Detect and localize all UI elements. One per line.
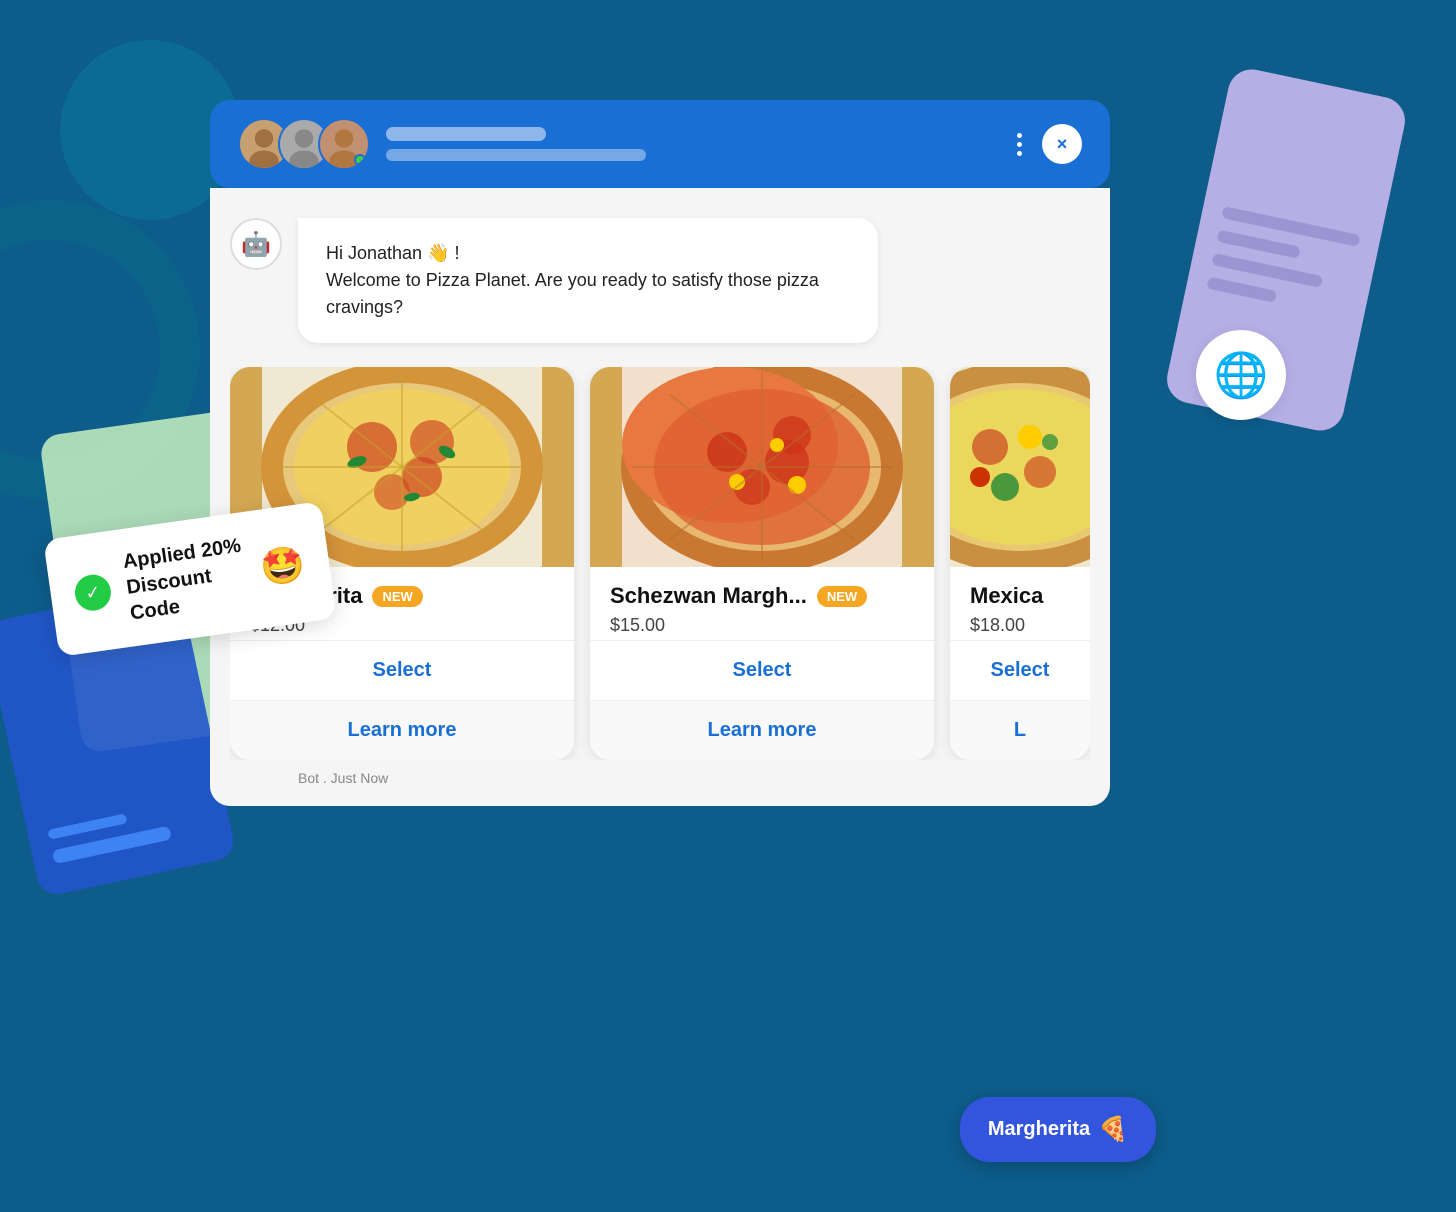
dot-2	[1017, 142, 1022, 147]
header-subtitle-bar	[386, 149, 646, 161]
pizza-emoji: 🍕	[1098, 1115, 1128, 1144]
discount-text: Applied 20%Discount Code	[121, 533, 250, 627]
select-button-2[interactable]: Select	[590, 640, 934, 700]
bot-greeting: Hi Jonathan 👋 !	[326, 243, 459, 263]
header-icons: ×	[1017, 124, 1082, 164]
close-icon: ×	[1057, 134, 1068, 155]
dot-1	[1017, 133, 1022, 138]
select-button-1[interactable]: Select	[230, 640, 574, 700]
learn-more-button-1[interactable]: Learn more	[230, 700, 574, 760]
discount-emoji: 🤩	[258, 542, 308, 590]
chat-header: ×	[210, 100, 1110, 188]
bottom-input-chip[interactable]: Margherita 🍕	[960, 1097, 1156, 1162]
bot-body: Welcome to Pizza Planet. Are you ready t…	[326, 270, 819, 317]
more-options-button[interactable]	[1017, 133, 1022, 156]
product-price-3: $18.00	[970, 615, 1070, 636]
close-button[interactable]: ×	[1042, 124, 1082, 164]
avatar-group	[238, 118, 370, 170]
chat-container: × 🤖 Hi Jonathan 👋 ! Welcome to Pizza Pla…	[210, 100, 1110, 806]
learn-more-button-3[interactable]: L	[950, 700, 1090, 760]
product-cards-row: Margherita NEW $12.00 Select Learn more	[230, 367, 1090, 760]
learn-more-button-2[interactable]: Learn more	[590, 700, 934, 760]
bg-arc	[0, 200, 200, 500]
product-card-mexican: Mexica $18.00 Select L	[950, 367, 1090, 760]
check-mark: ✓	[84, 581, 102, 604]
bot-message-bubble: Hi Jonathan 👋 ! Welcome to Pizza Planet.…	[298, 218, 878, 343]
card-name-row-2: Schezwan Margh... NEW	[610, 583, 914, 609]
product-info-schezwan: Schezwan Margh... NEW $15.00	[590, 567, 934, 640]
product-name-3: Mexica	[970, 583, 1043, 609]
globe-icon: 🌐	[1214, 349, 1269, 401]
bg-card-lines	[1204, 206, 1361, 329]
bg-card-bar	[47, 813, 127, 839]
bot-avatar: 🤖	[230, 218, 282, 270]
bottom-chip-label: Margherita	[988, 1118, 1090, 1141]
chat-body: 🤖 Hi Jonathan 👋 ! Welcome to Pizza Plane…	[210, 188, 1110, 806]
product-price-2: $15.00	[610, 615, 914, 636]
online-indicator	[354, 154, 366, 166]
new-badge-2: NEW	[817, 586, 867, 607]
select-button-3[interactable]: Select	[950, 640, 1090, 700]
card-actions-3: Select L	[950, 640, 1090, 760]
product-info-mexican: Mexica $18.00	[950, 567, 1090, 640]
product-card-schezwan: Schezwan Margh... NEW $15.00 Select Lear…	[590, 367, 934, 760]
bot-message-row: 🤖 Hi Jonathan 👋 ! Welcome to Pizza Plane…	[230, 218, 1090, 343]
chat-content: 🤖 Hi Jonathan 👋 ! Welcome to Pizza Plane…	[210, 188, 1110, 806]
card-name-row-3: Mexica	[970, 583, 1070, 609]
dot-3	[1017, 151, 1022, 156]
card-actions-1: Select Learn more	[230, 640, 574, 760]
bot-icon: 🤖	[241, 230, 271, 259]
avatar-3	[318, 118, 370, 170]
new-badge-1: NEW	[372, 586, 422, 607]
globe-button[interactable]: 🌐	[1196, 330, 1286, 420]
header-title-bar	[386, 127, 546, 141]
bot-timestamp: Bot . Just Now	[298, 770, 1090, 786]
product-name-2: Schezwan Margh...	[610, 583, 807, 609]
product-image-schezwan	[590, 367, 934, 567]
product-image-mexican	[950, 367, 1090, 567]
header-text-area	[386, 127, 1001, 161]
card-actions-2: Select Learn more	[590, 640, 934, 760]
discount-check-icon: ✓	[73, 572, 114, 613]
